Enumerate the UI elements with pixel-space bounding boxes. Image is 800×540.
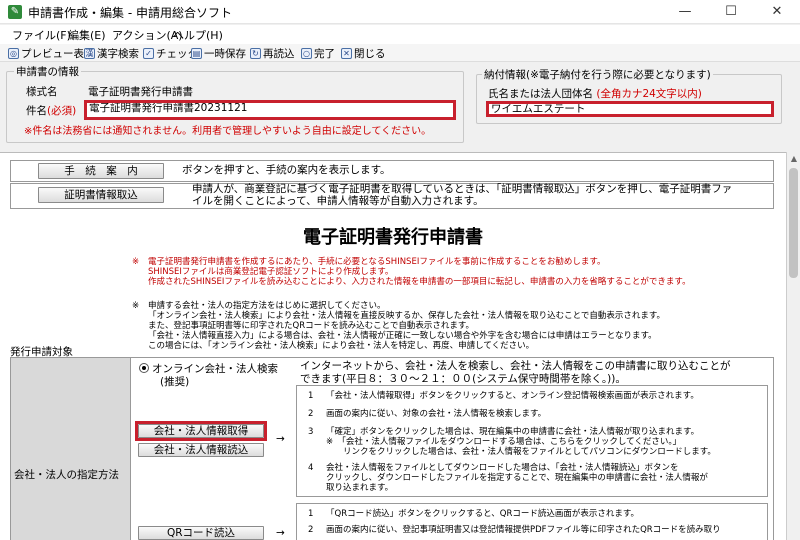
menu-help[interactable]: ヘルプ(H) [173, 27, 223, 43]
step-1-text: 「会社・法人情報取得」ボタンをクリックすると、オンライン登記情報検索画面が表示さ… [326, 391, 699, 401]
notice1-line-2: SHINSEIファイルは商業登記電子認証ソフトにより作成します。 [148, 267, 394, 277]
title-bar: ✎ 申請書作成・編集 - 申請用総合ソフト — ☐ ✕ [0, 0, 800, 24]
qr-step-2-text: 画面の案内に従い、登記事項証明書又は登記情報提供PDFファイル等に印字されたQR… [326, 525, 721, 535]
vertical-scrollbar[interactable]: ▲ [786, 152, 800, 540]
step-4-text-2: クリックし、ダウンロードしたファイルを指定することで、現在編集中の申請書に会社・… [326, 473, 708, 483]
qr-step-1-num: 1 [308, 509, 314, 519]
method-label: 会社・法人の指定方法 [14, 469, 119, 481]
window-title: 申請書作成・編集 - 申請用総合ソフト [28, 6, 232, 20]
document-heading: 電子証明書発行申請書 [303, 227, 483, 248]
kanji-icon: 漢 [84, 47, 95, 59]
step-3-num: 3 [308, 427, 314, 437]
cert-import-button[interactable]: 証明書情報取込 [38, 187, 164, 203]
online-desc-1: インターネットから、会社・法人を検索し、会社・法人情報をこの申請書に取り込むこと… [300, 360, 731, 372]
payer-name-input[interactable]: ワイエムエステート [486, 101, 774, 117]
step-3-text-2: ※ 「会社・法人情報ファイルをダウンロードする場合は、こちらをクリックしてくださ… [326, 437, 682, 447]
reload-icon: ↻ [250, 47, 261, 59]
application-info-label: 申請書の情報 [14, 64, 81, 79]
menu-file[interactable]: ファイル(F) [12, 27, 71, 43]
style-name-value: 電子証明書発行申請書 [88, 86, 193, 98]
payer-name-hint: (全角カナ24文字以内) [596, 88, 702, 100]
step-3-text-1: 「確定」ボタンをクリックした場合は、現在編集中の申請書に会社・法人情報が取り込ま… [326, 427, 700, 437]
arrow-2: → [276, 527, 285, 539]
cert-description-2: イルを開くことによって、申請人情報等が自動入力されます。 [192, 195, 484, 207]
scroll-up-icon[interactable]: ▲ [787, 154, 800, 166]
temp-save-button[interactable]: ▤ 一時保存 [191, 45, 246, 61]
menu-bar: ファイル(F) 編集(E) アクション(A) ヘルプ(H) [0, 25, 800, 44]
maximize-button[interactable]: ☐ [708, 0, 754, 24]
notice2-line-4: 「会社・法人情報直接入力」による場合は、会社・法人情報が正確に一致しない場合や外… [148, 331, 657, 341]
done-button[interactable]: ○ 完了 [301, 45, 335, 61]
subject-note: ※件名は法務省には通知されません。利用者で管理しやすいよう自由に設定してください… [24, 126, 432, 137]
menu-action[interactable]: アクション(A) [112, 27, 183, 43]
done-icon: ○ [301, 47, 312, 59]
step-4-num: 4 [308, 463, 314, 473]
method-label-cell [11, 358, 131, 540]
qr-read-button[interactable]: QRコード読込 [138, 526, 264, 540]
step-4-text-3: 取り込まれます。 [326, 483, 394, 493]
kanji-search-button[interactable]: 漢漢字検索 [84, 45, 139, 61]
scroll-thumb[interactable] [789, 168, 798, 278]
close-button[interactable]: ✕ [754, 0, 800, 24]
notice2-line-1: 申請する会社・法人の指定方法をはじめに選択してください。 [148, 301, 386, 311]
qr-step-2-num: 2 [308, 525, 314, 535]
check-icon: ✓ [143, 47, 154, 59]
notice1-line-1: 電子証明書発行申請書を作成するにあたり、手続に必要となるSHINSEIファイルを… [148, 257, 606, 267]
toolbar: ◎ プレビュー表示 漢漢字検索 ✓ チェック ▤ 一時保存 ↻ 再読込 ○ 完了 ✕ 閉じる [0, 44, 800, 62]
online-search-sub: (推奨) [160, 376, 190, 388]
guide-button[interactable]: 手 続 案 内 [38, 163, 164, 179]
step-3-text-3: リンクをクリックした場合は、会社・法人情報をファイルとしてパソコンにダウンロード… [326, 447, 716, 457]
app-icon: ✎ [8, 5, 22, 19]
online-search-radio[interactable] [139, 363, 149, 373]
notice1-line-3: 作成されたSHINSEIファイルを読み込むことにより、入力された情報を申請書の一… [148, 277, 691, 287]
step-2-text: 画面の案内に従い、対象の会社・法人情報を検索します。 [326, 409, 547, 419]
notice2-line-3: また、登記事項証明書等に印字されたQRコードを読み込むことで自動表示されます。 [148, 321, 474, 331]
qr-step-1-text: 「QRコード読込」ボタンをクリックすると、QRコード読込画面が表示されます。 [326, 509, 640, 519]
minimize-button[interactable]: — [662, 0, 708, 24]
close-doc-button[interactable]: ✕ 閉じる [341, 45, 386, 61]
subject-label: 件名(必須) [26, 105, 77, 117]
company-info-read-button[interactable]: 会社・法人情報読込 [138, 443, 264, 457]
payment-info-label: 納付情報(※電子納付を行う際に必要となります) [482, 67, 713, 82]
notice2-mark: ※ [132, 301, 140, 311]
notice2-line-2: 「オンライン会社・法人検索」により会社・法人情報を直接反映するか、保存した会社・… [148, 311, 666, 321]
menu-edit[interactable]: 編集(E) [68, 27, 106, 43]
notice2-line-5: この場合には、「オンライン会社・法人検索」により会社・法人を特定し、再度、申請し… [148, 341, 535, 351]
document-area: 手 続 案 内 ボタンを押すと、手続の案内を表示します。 証明書情報取込 申請人… [0, 152, 786, 540]
step-1-num: 1 [308, 391, 314, 401]
check-button[interactable]: ✓ チェック [143, 45, 198, 61]
style-name-label: 様式名 [26, 86, 58, 98]
notice1-mark: ※ [132, 257, 140, 267]
reload-button[interactable]: ↻ 再読込 [250, 45, 295, 61]
subject-input[interactable]: 電子証明書発行申請書20231121 [84, 100, 456, 120]
save-icon: ▤ [191, 47, 202, 59]
payer-name-label: 氏名または法人団体名 (全角カナ24文字以内) [488, 88, 702, 100]
step-4-text-1: 会社・法人情報をファイルとしてダウンロードした場合は、「会社・法人情報読込」ボタ… [326, 463, 679, 473]
required-mark: (必須) [47, 105, 77, 117]
close-doc-icon: ✕ [341, 47, 352, 59]
preview-button[interactable]: ◎ プレビュー表示 [8, 45, 95, 61]
step-2-num: 2 [308, 409, 314, 419]
arrow-1: → [276, 433, 285, 445]
radio-dot [142, 366, 146, 370]
guide-description: ボタンを押すと、手続の案内を表示します。 [182, 164, 391, 176]
preview-icon: ◎ [8, 47, 19, 59]
company-info-get-button[interactable]: 会社・法人情報取得 [138, 424, 264, 438]
